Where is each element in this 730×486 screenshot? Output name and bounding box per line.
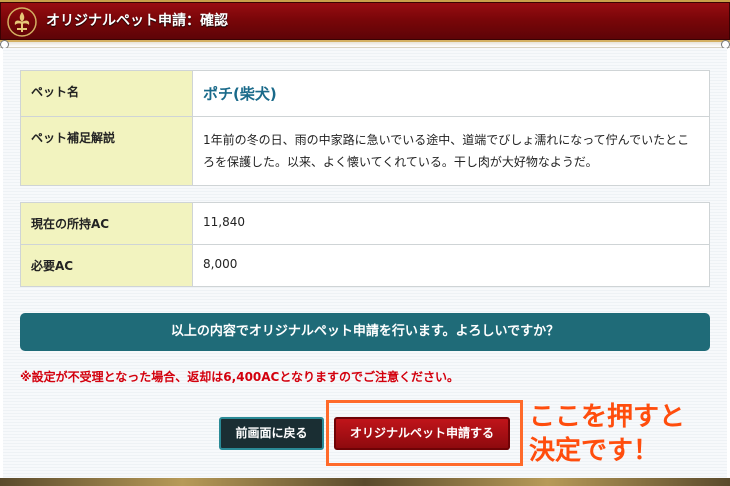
pet-name-value: ポチ(柴犬) bbox=[192, 70, 710, 117]
table-row: 現在の所持AC 11,840 bbox=[20, 202, 710, 245]
current-ac-label: 現在の所持AC bbox=[20, 202, 193, 245]
confirm-message-bar: 以上の内容でオリジナルペット申請を行います。よろしいですか？ bbox=[20, 313, 710, 351]
annotation-line-2: 決定です！ bbox=[529, 436, 660, 466]
current-ac-value: 11,840 bbox=[192, 202, 710, 245]
pet-description-value: 1年前の冬の日、雨の中家路に急いでいる途中、道端でびしょ濡れになって佇んでいたと… bbox=[192, 116, 710, 186]
pet-info-table: ペット名 ポチ(柴犬) ペット補足解説 1年前の冬の日、雨の中家路に急いでいる途… bbox=[20, 70, 710, 186]
submit-pet-application-button[interactable]: オリジナルペット申請する bbox=[334, 417, 510, 450]
page-title: オリジナルペット申請：確認 bbox=[46, 13, 228, 29]
annotation-line-1: ここを押すと bbox=[529, 402, 686, 432]
back-button[interactable]: 前画面に戻る bbox=[219, 417, 324, 450]
fleur-de-lis-icon bbox=[7, 7, 37, 37]
pet-description-label: ペット補足解説 bbox=[20, 116, 193, 186]
footer-rail bbox=[0, 478, 730, 486]
table-row: ペット補足解説 1年前の冬の日、雨の中家路に急いでいる途中、道端でびしょ濡れにな… bbox=[20, 116, 710, 186]
required-ac-value: 8,000 bbox=[192, 244, 710, 287]
table-row: 必要AC 8,000 bbox=[20, 244, 710, 287]
content-panel: ペット名 ポチ(柴犬) ペット補足解説 1年前の冬の日、雨の中家路に急いでいる途… bbox=[3, 48, 727, 480]
refund-notice: ※設定が不受理となった場合、返却は6,400ACとなりますのでご注意ください。 bbox=[20, 370, 459, 384]
pet-description-text: 1年前の冬の日、雨の中家路に急いでいる途中、道端でびしょ濡れになって佇んでいたと… bbox=[203, 133, 690, 169]
table-row: ペット名 ポチ(柴犬) bbox=[20, 70, 710, 117]
ac-table: 現在の所持AC 11,840 必要AC 8,000 bbox=[20, 202, 710, 287]
pet-name-label: ペット名 bbox=[20, 70, 193, 117]
required-ac-label: 必要AC bbox=[20, 244, 193, 287]
pet-name-text: ポチ(柴犬) bbox=[203, 85, 277, 103]
page-header: オリジナルペット申請：確認 bbox=[0, 0, 730, 42]
annotation-callout: ここを押すと 決定です！ bbox=[529, 400, 729, 468]
